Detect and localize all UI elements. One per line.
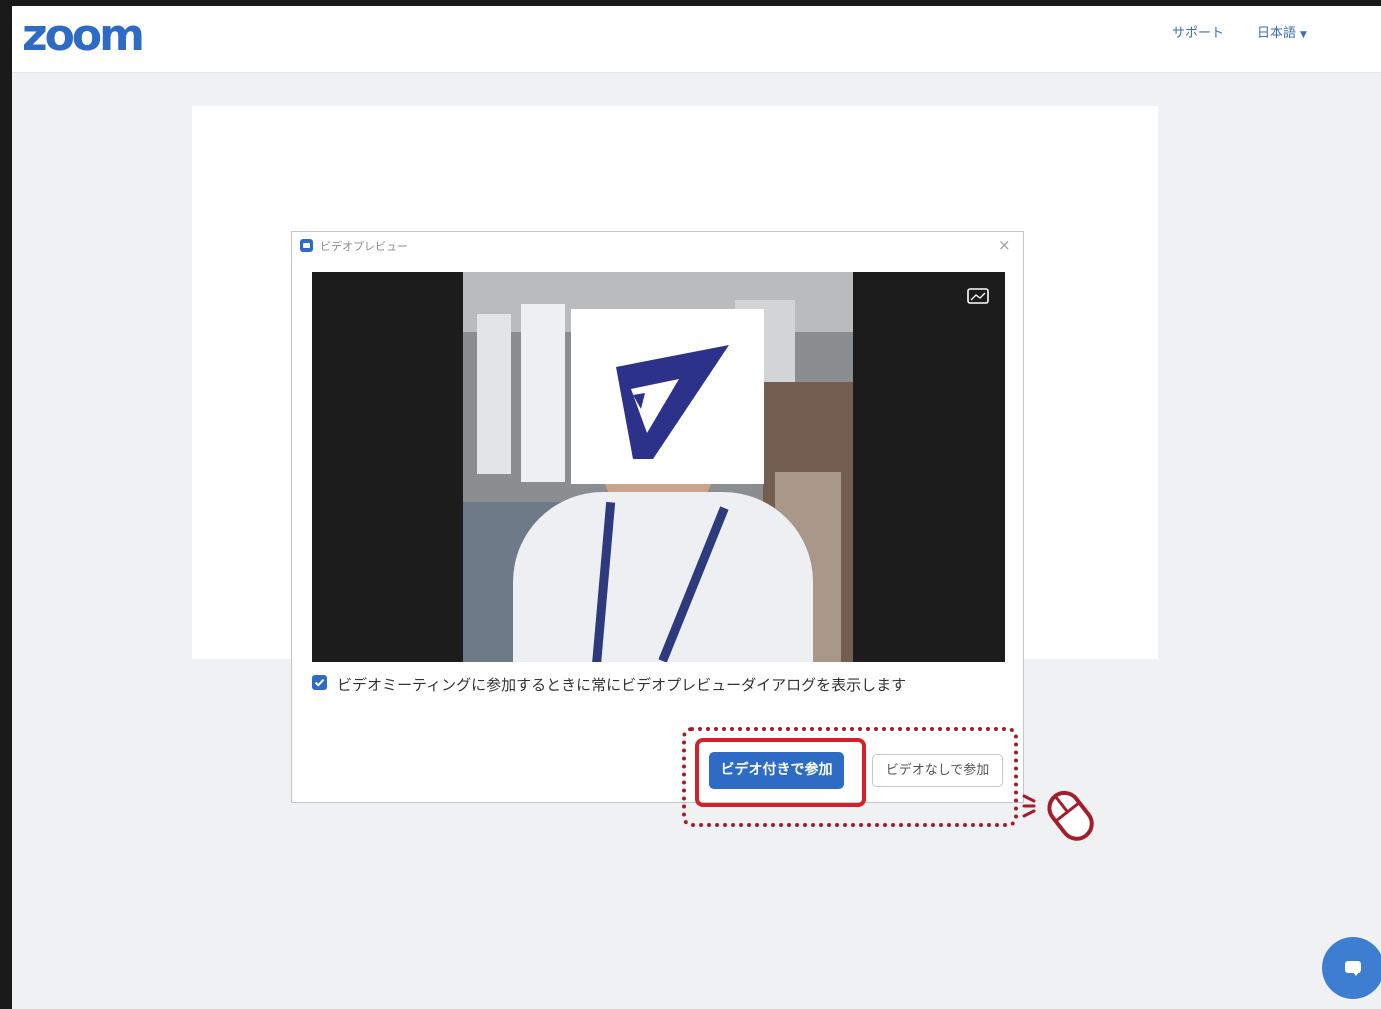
zoom-app-icon — [300, 239, 313, 252]
mouse-click-icon — [1022, 790, 1094, 841]
dialog-titlebar: ビデオプレビュー × — [292, 232, 1023, 260]
dialog-title: ビデオプレビュー — [320, 240, 408, 253]
picture-in-picture-icon[interactable] — [967, 288, 989, 304]
language-selector[interactable]: 日本語 ▼ — [1257, 22, 1307, 41]
checkmark-icon — [314, 678, 325, 687]
pennant-logo-icon — [616, 345, 729, 459]
video-preview — [312, 272, 1005, 662]
face-cover-logo — [571, 309, 764, 484]
annotation-dotted-box — [682, 727, 1018, 827]
top-header: zoom サポート 日本語 ▼ — [12, 6, 1381, 73]
checkbox-label: ビデオミーティングに参加するときに常にビデオプレビューダイアログを表示します — [337, 676, 907, 694]
chat-button[interactable] — [1322, 937, 1381, 999]
window-frame-left — [0, 0, 12, 1009]
checkbox[interactable] — [312, 675, 327, 690]
person-shirt — [513, 492, 813, 662]
close-icon[interactable]: × — [998, 236, 1011, 254]
zoom-logo[interactable]: zoom — [22, 10, 145, 61]
video-preview-dialog: ビデオプレビュー × ビデオミーティングに参加するときに常にビデオプレビューダイ… — [291, 231, 1024, 803]
camera-feed — [463, 272, 853, 662]
language-label: 日本語 — [1257, 26, 1297, 41]
support-link[interactable]: サポート — [1172, 22, 1224, 41]
caret-down-icon: ▼ — [1300, 30, 1307, 40]
